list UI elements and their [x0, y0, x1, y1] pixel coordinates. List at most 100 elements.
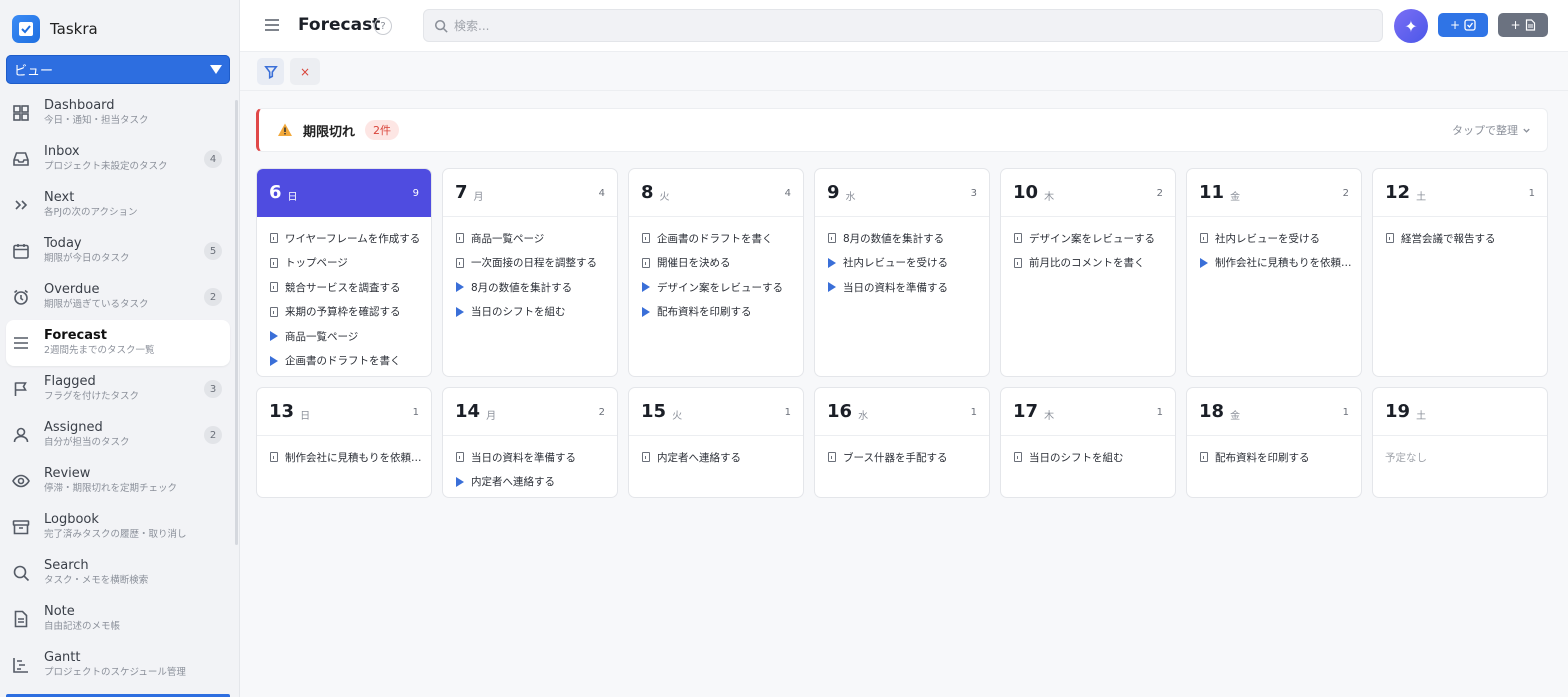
day-card[interactable]: 12 土 1 経営会議で報告する [1372, 168, 1548, 377]
task-item[interactable]: 内定者へ連絡する [443, 470, 617, 495]
day-card[interactable]: 13 日 1 制作会社に見積もりを依頼す... [256, 387, 432, 498]
task-title: 前月比のコメントを書く [1029, 257, 1145, 270]
day-header[interactable]: 10 木 2 [1001, 169, 1175, 217]
search-icon [12, 564, 30, 582]
sidebar-item-flagged[interactable]: Flagged フラグを付けたタスク 3 [6, 366, 230, 412]
sidebar-item-inbox[interactable]: Inbox プロジェクト未設定のタスク 4 [6, 136, 230, 182]
task-item[interactable]: 内定者へ連絡する [629, 445, 803, 470]
task-item[interactable]: 社内レビューを受ける [1187, 226, 1361, 251]
brand[interactable]: Taskra [12, 14, 98, 44]
task-doc-icon [827, 452, 837, 463]
task-title: デザイン案をレビューする [657, 281, 783, 294]
day-card[interactable]: 19 土予定なし [1372, 387, 1548, 498]
day-task-count: 4 [784, 188, 791, 199]
task-item[interactable]: 前月比のコメントを書く [1001, 251, 1175, 276]
task-title: 配布資料を印刷する [657, 306, 752, 319]
task-item[interactable]: 社内レビューを受ける [815, 251, 989, 276]
help-icon[interactable]: ? [374, 17, 392, 35]
day-header[interactable]: 8火 4 [629, 169, 803, 217]
sidebar-item-assigned[interactable]: Assigned 自分が担当のタスク 2 [6, 412, 230, 458]
task-item[interactable]: デザイン案をレビューする [1001, 226, 1175, 251]
overdue-organize-toggle[interactable]: タップで整理 [1452, 122, 1531, 138]
filter-button[interactable] [257, 58, 284, 85]
task-doc-icon [269, 257, 279, 268]
task-item[interactable]: トップページ [257, 251, 431, 276]
day-card[interactable]: 16 水 1 ブース什器を手配する [814, 387, 990, 498]
day-header[interactable]: 13 日 1 [257, 388, 431, 436]
task-item[interactable]: 当日のシフトを組む [1001, 445, 1175, 470]
day-header[interactable]: 18 金 1 [1187, 388, 1361, 436]
clear-filter-button[interactable]: × [290, 58, 320, 85]
day-header[interactable]: 9水 3 [815, 169, 989, 217]
nav-text: Search タスク・メモを横断検索 [44, 558, 148, 587]
task-item[interactable]: 配布資料を印刷する [1187, 445, 1361, 470]
task-item[interactable]: 一次面接の日程を調整する [443, 251, 617, 276]
task-item[interactable]: 8月の数値を集計する [443, 275, 617, 300]
task-item[interactable]: 企画書のドラフトを書く [629, 226, 803, 251]
task-item[interactable]: 当日の資料を準備する [443, 445, 617, 470]
task-item[interactable]: 8月の数値を集計する [815, 226, 989, 251]
task-item[interactable]: 競合サービスを調査する [257, 275, 431, 300]
search-box[interactable] [423, 9, 1383, 42]
sidebar-item-next[interactable]: Next 各PJの次のアクション [6, 182, 230, 228]
day-weekday: 土 [1416, 410, 1427, 422]
day-header[interactable]: 15 火 1 [629, 388, 803, 436]
sidebar-scrollbar[interactable] [235, 100, 238, 545]
day-card[interactable]: 17 木 1 当日のシフトを組む [1000, 387, 1176, 498]
task-item[interactable]: 配布資料を印刷する [629, 300, 803, 325]
task-item[interactable]: 制作会社に見積もりを依頼す... [1187, 251, 1361, 276]
day-header[interactable]: 6日 9 [257, 169, 431, 217]
sidebar-item-logbook[interactable]: Logbook 完了済みタスクの履歴・取り消し [6, 504, 230, 550]
day-header[interactable]: 11 金 2 [1187, 169, 1361, 217]
day-task-count: 1 [1156, 407, 1163, 418]
task-title: 社内レビューを受ける [843, 257, 948, 270]
add-note-button[interactable]: + [1498, 13, 1548, 37]
task-item[interactable]: ブース什器を手配する [815, 445, 989, 470]
day-card[interactable]: 11 金 2 社内レビューを受ける 制作会社に見積もりを依頼す... [1186, 168, 1362, 377]
day-card[interactable]: 14 月 2 当日の資料を準備する 内定者へ連絡する [442, 387, 618, 498]
task-item[interactable]: ワイヤーフレームを作成する [257, 226, 431, 251]
sidebar-item-gantt[interactable]: Gantt プロジェクトのスケジュール管理 [6, 642, 230, 688]
day-header[interactable]: 12 土 1 [1373, 169, 1547, 217]
sidebar-item-today[interactable]: Today 期限が今日のタスク 5 [6, 228, 230, 274]
search-input[interactable] [454, 18, 1354, 33]
task-doc-icon [641, 233, 651, 244]
day-card[interactable]: 6 日 9 ワイヤーフレームを作成する トップページ 競合サービスを調査する 来期の予算枠を… [256, 168, 432, 377]
sidebar-item-note[interactable]: Note 自由記述のメモ帳 [6, 596, 230, 642]
task-item[interactable]: 当日の資料を準備する [815, 275, 989, 300]
overdue-banner[interactable]: 期限切れ 2件 タップで整理 [256, 108, 1548, 152]
task-item[interactable]: 当日のシフトを組む [443, 300, 617, 325]
user-icon [12, 426, 30, 444]
task-item[interactable]: 企画書のドラフトを書く [257, 349, 431, 374]
task-item[interactable]: デザイン案をレビューする [629, 275, 803, 300]
sidebar-item-forecast[interactable]: Forecast 2週間先までのタスク一覧 [6, 320, 230, 366]
day-header[interactable]: 17 木 1 [1001, 388, 1175, 436]
day-card[interactable]: 8 火 4 企画書のドラフトを書く開催日を決めるデザイン案をレビューする 配布資料を印刷… [628, 168, 804, 377]
task-item[interactable]: 商品一覧ページ [257, 324, 431, 349]
day-header[interactable]: 16 水 1 [815, 388, 989, 436]
day-card[interactable]: 9 水 3 8月の数値を集計する社内レビューを受ける当日の資料を準備する [814, 168, 990, 377]
overdue-count-badge: 2件 [365, 120, 400, 140]
task-title: 企画書のドラフトを書く [657, 232, 773, 245]
task-item[interactable]: 来期の予算枠を確認する [257, 300, 431, 325]
day-card[interactable]: 15 火 1 内定者へ連絡する [628, 387, 804, 498]
menu-icon[interactable] [264, 17, 280, 33]
task-item[interactable]: 経営会議で報告する [1373, 226, 1547, 251]
day-header[interactable]: 19 土 [1373, 388, 1547, 436]
task-item[interactable]: 商品一覧ページ [443, 226, 617, 251]
sidebar-item-dashboard[interactable]: Dashboard 今日・通知・担当タスク [6, 90, 230, 136]
sidebar-item-review[interactable]: Review 停滞・期限切れを定期チェック [6, 458, 230, 504]
day-card[interactable]: 10 木 2 デザイン案をレビューする前月比のコメントを書く [1000, 168, 1176, 377]
add-task-button[interactable]: + [1438, 13, 1488, 37]
day-number: 8 [641, 182, 654, 203]
task-item[interactable]: 制作会社に見積もりを依頼す... [257, 445, 431, 470]
task-item[interactable]: 開催日を決める [629, 251, 803, 276]
day-header[interactable]: 14 月 2 [443, 388, 617, 436]
sidebar-item-overdue[interactable]: Overdue 期限が過ぎているタスク 2 [6, 274, 230, 320]
view-select[interactable]: ビュー [6, 55, 230, 84]
sidebar-item-search[interactable]: Search タスク・メモを横断検索 [6, 550, 230, 596]
day-header[interactable]: 7月 4 [443, 169, 617, 217]
ai-assistant-button[interactable]: ✦ [1394, 9, 1428, 43]
day-card[interactable]: 7 月 4 商品一覧ページ 一次面接の日程を調整する 8月の数値を集計する 当日のシフトを組… [442, 168, 618, 377]
day-card[interactable]: 18 金 1 配布資料を印刷する [1186, 387, 1362, 498]
